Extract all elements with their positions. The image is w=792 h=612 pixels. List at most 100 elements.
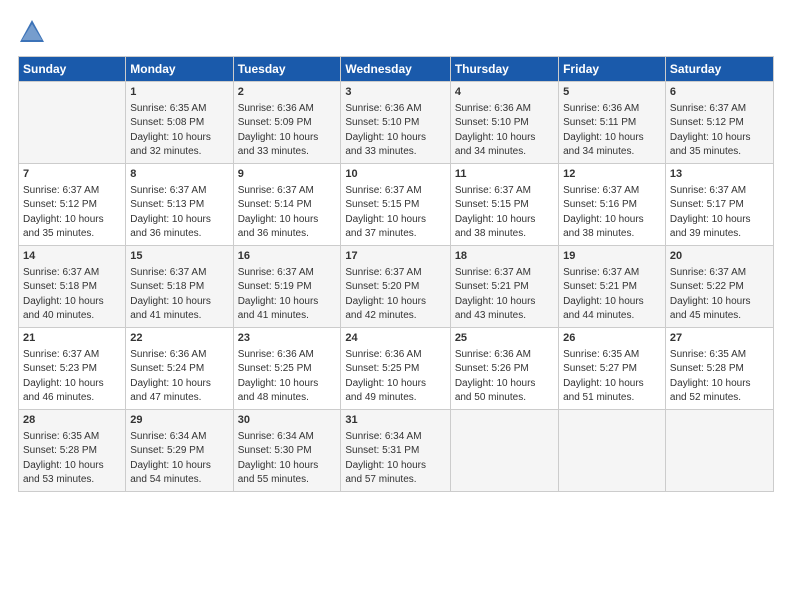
day-cell: 14Sunrise: 6:37 AMSunset: 5:18 PMDayligh… [19, 245, 126, 327]
day-number: 9 [238, 167, 337, 183]
day-info-line: and 41 minutes. [130, 309, 228, 324]
day-info-line: Daylight: 10 hours [345, 459, 445, 474]
day-info-line: Daylight: 10 hours [455, 213, 554, 228]
day-cell: 5Sunrise: 6:36 AMSunset: 5:11 PMDaylight… [559, 82, 666, 164]
day-number: 14 [23, 249, 121, 265]
day-info-line: Daylight: 10 hours [23, 459, 121, 474]
day-info-line: Daylight: 10 hours [130, 459, 228, 474]
day-info-line: Sunset: 5:28 PM [23, 444, 121, 459]
day-info-line: Sunset: 5:24 PM [130, 362, 228, 377]
day-cell: 31Sunrise: 6:34 AMSunset: 5:31 PMDayligh… [341, 409, 450, 491]
day-info-line: Sunrise: 6:35 AM [563, 348, 661, 363]
day-cell: 16Sunrise: 6:37 AMSunset: 5:19 PMDayligh… [233, 245, 341, 327]
day-cell: 7Sunrise: 6:37 AMSunset: 5:12 PMDaylight… [19, 163, 126, 245]
day-info-line: Sunset: 5:25 PM [345, 362, 445, 377]
week-row-2: 7Sunrise: 6:37 AMSunset: 5:12 PMDaylight… [19, 163, 774, 245]
day-info-line: Daylight: 10 hours [345, 213, 445, 228]
day-info-line: Sunrise: 6:37 AM [563, 266, 661, 281]
day-cell: 27Sunrise: 6:35 AMSunset: 5:28 PMDayligh… [665, 327, 773, 409]
day-info-line: Sunrise: 6:37 AM [23, 348, 121, 363]
day-info-line: Sunset: 5:08 PM [130, 116, 228, 131]
day-number: 20 [670, 249, 769, 265]
day-info-line: Sunset: 5:12 PM [670, 116, 769, 131]
day-info-line: and 49 minutes. [345, 391, 445, 406]
day-info-line: Daylight: 10 hours [130, 295, 228, 310]
day-number: 16 [238, 249, 337, 265]
day-number: 4 [455, 85, 554, 101]
day-info-line: Sunset: 5:11 PM [563, 116, 661, 131]
calendar-table: SundayMondayTuesdayWednesdayThursdayFrid… [18, 56, 774, 492]
day-info-line: Sunset: 5:10 PM [345, 116, 445, 131]
day-info-line: and 51 minutes. [563, 391, 661, 406]
day-number: 19 [563, 249, 661, 265]
day-info-line: Sunset: 5:16 PM [563, 198, 661, 213]
day-info-line: and 32 minutes. [130, 145, 228, 160]
day-cell: 28Sunrise: 6:35 AMSunset: 5:28 PMDayligh… [19, 409, 126, 491]
day-info-line: Daylight: 10 hours [23, 295, 121, 310]
day-info-line: Daylight: 10 hours [238, 131, 337, 146]
day-info-line: Sunset: 5:26 PM [455, 362, 554, 377]
day-info-line: Daylight: 10 hours [670, 377, 769, 392]
day-cell: 11Sunrise: 6:37 AMSunset: 5:15 PMDayligh… [450, 163, 558, 245]
day-cell: 1Sunrise: 6:35 AMSunset: 5:08 PMDaylight… [126, 82, 233, 164]
week-row-1: 1Sunrise: 6:35 AMSunset: 5:08 PMDaylight… [19, 82, 774, 164]
day-info-line: Sunset: 5:15 PM [345, 198, 445, 213]
col-header-sunday: Sunday [19, 57, 126, 82]
day-info-line: Sunset: 5:31 PM [345, 444, 445, 459]
week-row-5: 28Sunrise: 6:35 AMSunset: 5:28 PMDayligh… [19, 409, 774, 491]
day-number: 12 [563, 167, 661, 183]
day-info-line: and 34 minutes. [455, 145, 554, 160]
day-info-line: and 45 minutes. [670, 309, 769, 324]
day-info-line: Sunrise: 6:35 AM [670, 348, 769, 363]
day-info-line: Sunset: 5:14 PM [238, 198, 337, 213]
day-number: 25 [455, 331, 554, 347]
day-info-line: Daylight: 10 hours [130, 131, 228, 146]
day-info-line: Sunrise: 6:36 AM [345, 348, 445, 363]
day-info-line: Sunrise: 6:36 AM [238, 102, 337, 117]
day-cell: 17Sunrise: 6:37 AMSunset: 5:20 PMDayligh… [341, 245, 450, 327]
day-number: 30 [238, 413, 337, 429]
day-info-line: Daylight: 10 hours [670, 213, 769, 228]
day-info-line: Sunset: 5:12 PM [23, 198, 121, 213]
day-cell: 25Sunrise: 6:36 AMSunset: 5:26 PMDayligh… [450, 327, 558, 409]
day-number: 31 [345, 413, 445, 429]
day-info-line: and 36 minutes. [130, 227, 228, 242]
day-number: 26 [563, 331, 661, 347]
day-info-line: Daylight: 10 hours [345, 131, 445, 146]
day-info-line: Daylight: 10 hours [238, 377, 337, 392]
day-info-line: and 55 minutes. [238, 473, 337, 488]
day-cell: 15Sunrise: 6:37 AMSunset: 5:18 PMDayligh… [126, 245, 233, 327]
col-header-monday: Monday [126, 57, 233, 82]
day-number: 28 [23, 413, 121, 429]
day-info-line: and 35 minutes. [670, 145, 769, 160]
day-info-line: and 39 minutes. [670, 227, 769, 242]
day-info-line: Daylight: 10 hours [455, 131, 554, 146]
day-info-line: Daylight: 10 hours [345, 295, 445, 310]
day-number: 27 [670, 331, 769, 347]
day-info-line: and 33 minutes. [238, 145, 337, 160]
day-info-line: Daylight: 10 hours [23, 377, 121, 392]
day-info-line: Sunrise: 6:34 AM [130, 430, 228, 445]
day-info-line: and 37 minutes. [345, 227, 445, 242]
day-cell: 9Sunrise: 6:37 AMSunset: 5:14 PMDaylight… [233, 163, 341, 245]
day-info-line: Daylight: 10 hours [130, 377, 228, 392]
day-info-line: Daylight: 10 hours [563, 213, 661, 228]
day-info-line: Sunset: 5:20 PM [345, 280, 445, 295]
day-info-line: Daylight: 10 hours [238, 295, 337, 310]
day-info-line: and 35 minutes. [23, 227, 121, 242]
day-info-line: Sunset: 5:23 PM [23, 362, 121, 377]
week-row-3: 14Sunrise: 6:37 AMSunset: 5:18 PMDayligh… [19, 245, 774, 327]
day-info-line: Daylight: 10 hours [455, 377, 554, 392]
day-info-line: Sunset: 5:15 PM [455, 198, 554, 213]
day-cell: 30Sunrise: 6:34 AMSunset: 5:30 PMDayligh… [233, 409, 341, 491]
day-cell: 8Sunrise: 6:37 AMSunset: 5:13 PMDaylight… [126, 163, 233, 245]
day-info-line: and 43 minutes. [455, 309, 554, 324]
day-cell: 29Sunrise: 6:34 AMSunset: 5:29 PMDayligh… [126, 409, 233, 491]
day-info-line: and 40 minutes. [23, 309, 121, 324]
day-info-line: Sunset: 5:17 PM [670, 198, 769, 213]
day-cell [19, 82, 126, 164]
day-info-line: Daylight: 10 hours [238, 213, 337, 228]
day-cell: 21Sunrise: 6:37 AMSunset: 5:23 PMDayligh… [19, 327, 126, 409]
day-info-line: and 33 minutes. [345, 145, 445, 160]
day-info-line: Sunrise: 6:37 AM [670, 184, 769, 199]
